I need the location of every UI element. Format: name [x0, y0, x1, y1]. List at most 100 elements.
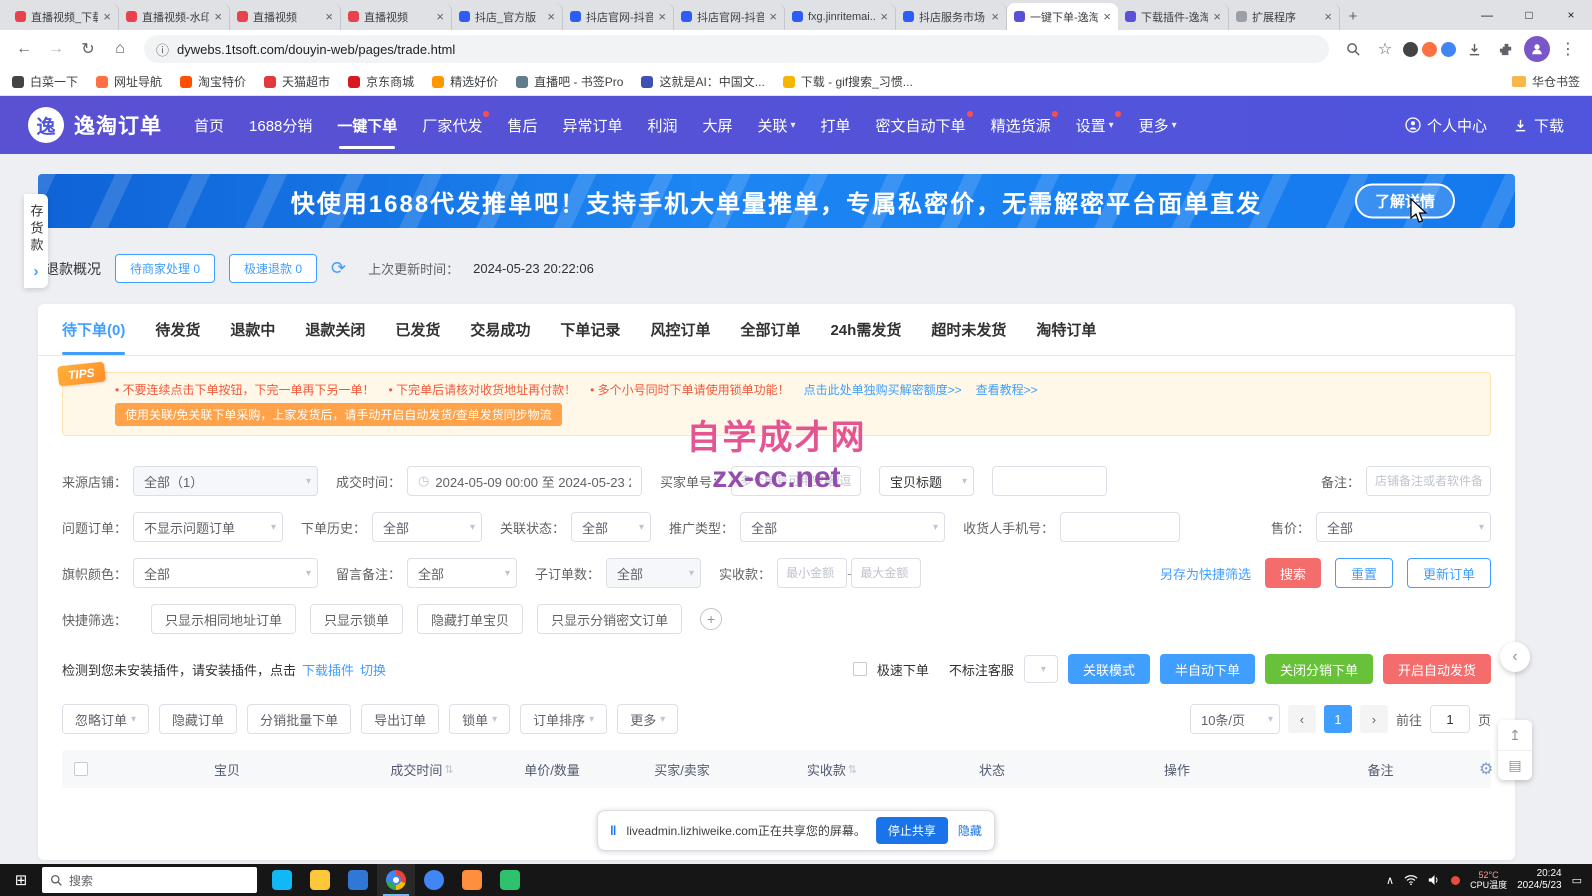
extension-icon[interactable]: [1422, 42, 1437, 57]
volume-icon[interactable]: [1428, 874, 1441, 886]
next-page-button[interactable]: ›: [1360, 705, 1388, 733]
taskbar-app-icon[interactable]: [415, 864, 453, 896]
bookmark-item[interactable]: 网址导航: [96, 73, 162, 90]
nav-item-after-sale[interactable]: 售后: [507, 109, 537, 142]
nav-item-print-order[interactable]: 打单: [821, 109, 851, 142]
tab-close-icon[interactable]: ×: [214, 9, 222, 24]
fast-order-checkbox[interactable]: [853, 662, 867, 676]
stock-drawer-tab[interactable]: 存货款 ›: [24, 194, 48, 288]
network-icon[interactable]: [1404, 874, 1418, 886]
tab-close-icon[interactable]: ×: [436, 9, 444, 24]
order-tab[interactable]: 超时未发货: [931, 304, 1006, 355]
tab-close-icon[interactable]: ×: [1324, 9, 1332, 24]
sort-icon[interactable]: ⇅: [848, 763, 857, 776]
order-tab[interactable]: 淘特订单: [1036, 304, 1096, 355]
close-fenxiao-order-button[interactable]: 关闭分销下单: [1265, 654, 1373, 684]
notification-center-icon[interactable]: ▭: [1572, 874, 1582, 887]
column-settings-gear-icon[interactable]: ⚙: [1479, 759, 1493, 779]
taskbar-app-icon[interactable]: [377, 864, 415, 896]
fast-refund-button[interactable]: 极速退款 0: [229, 254, 317, 283]
order-tab[interactable]: 下单记录: [560, 304, 620, 355]
no-mark-select[interactable]: ▾: [1024, 655, 1058, 683]
new-tab-button[interactable]: +: [1340, 3, 1366, 29]
order-tab[interactable]: 24h需发货: [830, 304, 901, 355]
order-tab[interactable]: 交易成功: [470, 304, 530, 355]
bookmark-item[interactable]: 淘宝特价: [180, 73, 246, 90]
bookmark-item[interactable]: 京东商城: [348, 73, 414, 90]
relation-mode-button[interactable]: 关联模式: [1068, 654, 1150, 684]
sort-icon[interactable]: ⇅: [444, 763, 453, 776]
nav-item-home[interactable]: 首页: [194, 109, 224, 142]
auto-ship-button[interactable]: 开启自动发货: [1383, 654, 1491, 684]
collapse-panel-button[interactable]: ‹: [1500, 642, 1530, 672]
order-tab[interactable]: 风控订单: [650, 304, 710, 355]
decrypt-quota-link[interactable]: 点击此处单独购买解密额度>>: [804, 381, 962, 398]
receiver-phone-input[interactable]: [1060, 512, 1180, 542]
nav-item-selected-supply[interactable]: 精选货源: [991, 109, 1051, 142]
fenxiao-batch-order-button[interactable]: 分销批量下单: [247, 704, 351, 734]
profile-avatar[interactable]: [1524, 36, 1550, 62]
paid-min-input[interactable]: [777, 558, 847, 588]
taskbar-app-icon[interactable]: [301, 864, 339, 896]
update-orders-button[interactable]: 更新订单: [1407, 558, 1491, 588]
bookmark-item[interactable]: 白菜一下: [12, 73, 78, 90]
suborder-count-select[interactable]: 全部 ▾: [606, 558, 701, 588]
problem-order-select[interactable]: 不显示问题订单 ▾: [133, 512, 283, 542]
url-bar[interactable]: ⓘ dywebs.1tsoft.com/douyin-web/pages/tra…: [144, 35, 1329, 63]
hide-orders-button[interactable]: 隐藏订单: [159, 704, 237, 734]
bookmarks-folder[interactable]: 华仓书签: [1512, 73, 1580, 90]
select-all-checkbox[interactable]: [74, 762, 88, 776]
switch-plugin-link[interactable]: 切换: [360, 660, 386, 679]
semi-auto-order-button[interactable]: 半自动下单: [1160, 654, 1255, 684]
browser-tab[interactable]: 抖店官网-抖音×: [563, 3, 674, 30]
page-size-select[interactable]: 10条/页 ▾: [1190, 704, 1280, 734]
extensions-puzzle-icon[interactable]: [1492, 35, 1520, 63]
flag-color-select[interactable]: 全部 ▾: [133, 558, 318, 588]
close-button[interactable]: ×: [1550, 0, 1592, 30]
tab-close-icon[interactable]: ×: [880, 9, 888, 24]
browser-tab[interactable]: 抖店_官方版×: [452, 3, 563, 30]
bookmark-star-icon[interactable]: ☆: [1371, 35, 1399, 63]
add-quick-filter-button[interactable]: +: [700, 608, 722, 630]
promo-type-select[interactable]: 全部 ▾: [740, 512, 945, 542]
order-sort-button[interactable]: 订单排序▾: [520, 704, 607, 734]
browser-tab[interactable]: 直播视频-水印×: [119, 3, 230, 30]
browser-tab[interactable]: 一键下单-逸淘×: [1007, 3, 1118, 30]
extension-icon[interactable]: [1403, 42, 1418, 57]
home-icon[interactable]: ⌂: [106, 35, 134, 63]
quick-filter-button[interactable]: 隐藏打单宝贝: [417, 604, 523, 634]
minimize-button[interactable]: —: [1466, 0, 1508, 30]
download-link[interactable]: 下载: [1513, 115, 1564, 136]
download-icon[interactable]: [1460, 35, 1488, 63]
prev-page-button[interactable]: ‹: [1288, 705, 1316, 733]
tab-close-icon[interactable]: ×: [769, 9, 777, 24]
tab-close-icon[interactable]: ×: [547, 9, 555, 24]
source-shop-select[interactable]: 全部（1） ▾: [133, 466, 318, 496]
nav-item-more[interactable]: 更多▾: [1139, 109, 1177, 142]
nav-item-cipher-auto-order[interactable]: 密文自动下单: [876, 109, 966, 142]
quick-filter-button[interactable]: 只显示分销密文订单: [537, 604, 682, 634]
deal-time-range-picker[interactable]: ◷ 2024-05-09 00:00 至 2024-05-23 23:59: [407, 466, 642, 496]
tab-close-icon[interactable]: ×: [991, 9, 999, 24]
bookmark-item[interactable]: 直播吧 - 书签Pro: [516, 73, 623, 90]
browser-tab[interactable]: 直播视频×: [230, 3, 341, 30]
download-plugin-link[interactable]: 下载插件: [302, 660, 354, 679]
current-page-button[interactable]: 1: [1324, 705, 1352, 733]
ignore-orders-button[interactable]: 忽略订单▾: [62, 704, 149, 734]
nav-item-relation[interactable]: 关联▾: [757, 109, 795, 142]
taskbar-app-icon[interactable]: [263, 864, 301, 896]
tab-close-icon[interactable]: ×: [1103, 9, 1111, 24]
forward-icon[interactable]: →: [42, 35, 70, 63]
bookmark-item[interactable]: 下载 - gif搜索_习惯...: [783, 73, 913, 90]
zoom-icon[interactable]: [1339, 35, 1367, 63]
browser-tab[interactable]: 直播视频×: [341, 3, 452, 30]
tab-close-icon[interactable]: ×: [658, 9, 666, 24]
site-info-icon[interactable]: ⓘ: [156, 40, 169, 59]
paid-max-input[interactable]: [851, 558, 921, 588]
browser-tab[interactable]: 抖店官网-抖音×: [674, 3, 785, 30]
buyer-order-no-input[interactable]: [731, 466, 861, 496]
tab-close-icon[interactable]: ×: [325, 9, 333, 24]
jump-page-input[interactable]: [1430, 705, 1470, 733]
browser-tab[interactable]: fxg.jinritemai....×: [785, 3, 896, 30]
quick-filter-button[interactable]: 只显示锁单: [310, 604, 403, 634]
